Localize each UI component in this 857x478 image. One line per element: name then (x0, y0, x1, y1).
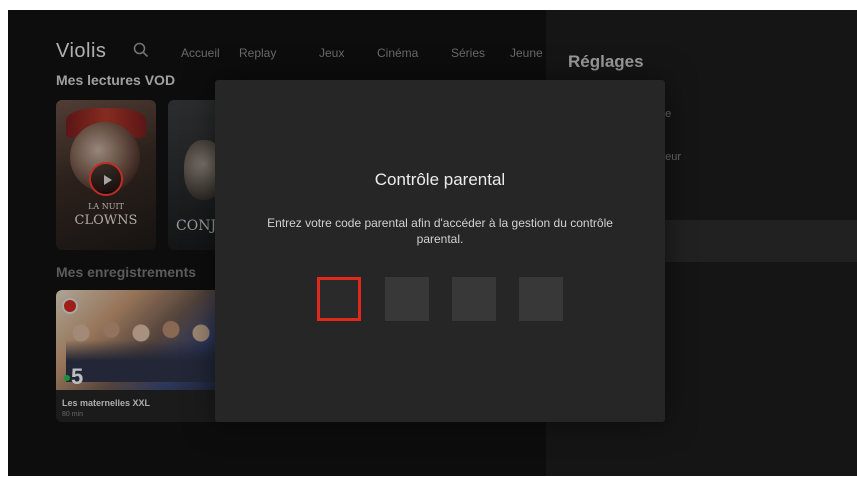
pin-digit-3[interactable] (452, 277, 496, 321)
pin-digit-2[interactable] (385, 277, 429, 321)
parental-control-dialog: Contrôle parental Entrez votre code pare… (215, 80, 665, 422)
dialog-title: Contrôle parental (374, 170, 506, 189)
dialog-message: Entrez votre code parental afin d'accéde… (267, 216, 613, 246)
pin-digit-1[interactable] (317, 277, 361, 321)
tv-screen: Violis Accueil Replay Jeux Cinéma Séries… (8, 10, 857, 476)
pin-digit-4[interactable] (519, 277, 563, 321)
